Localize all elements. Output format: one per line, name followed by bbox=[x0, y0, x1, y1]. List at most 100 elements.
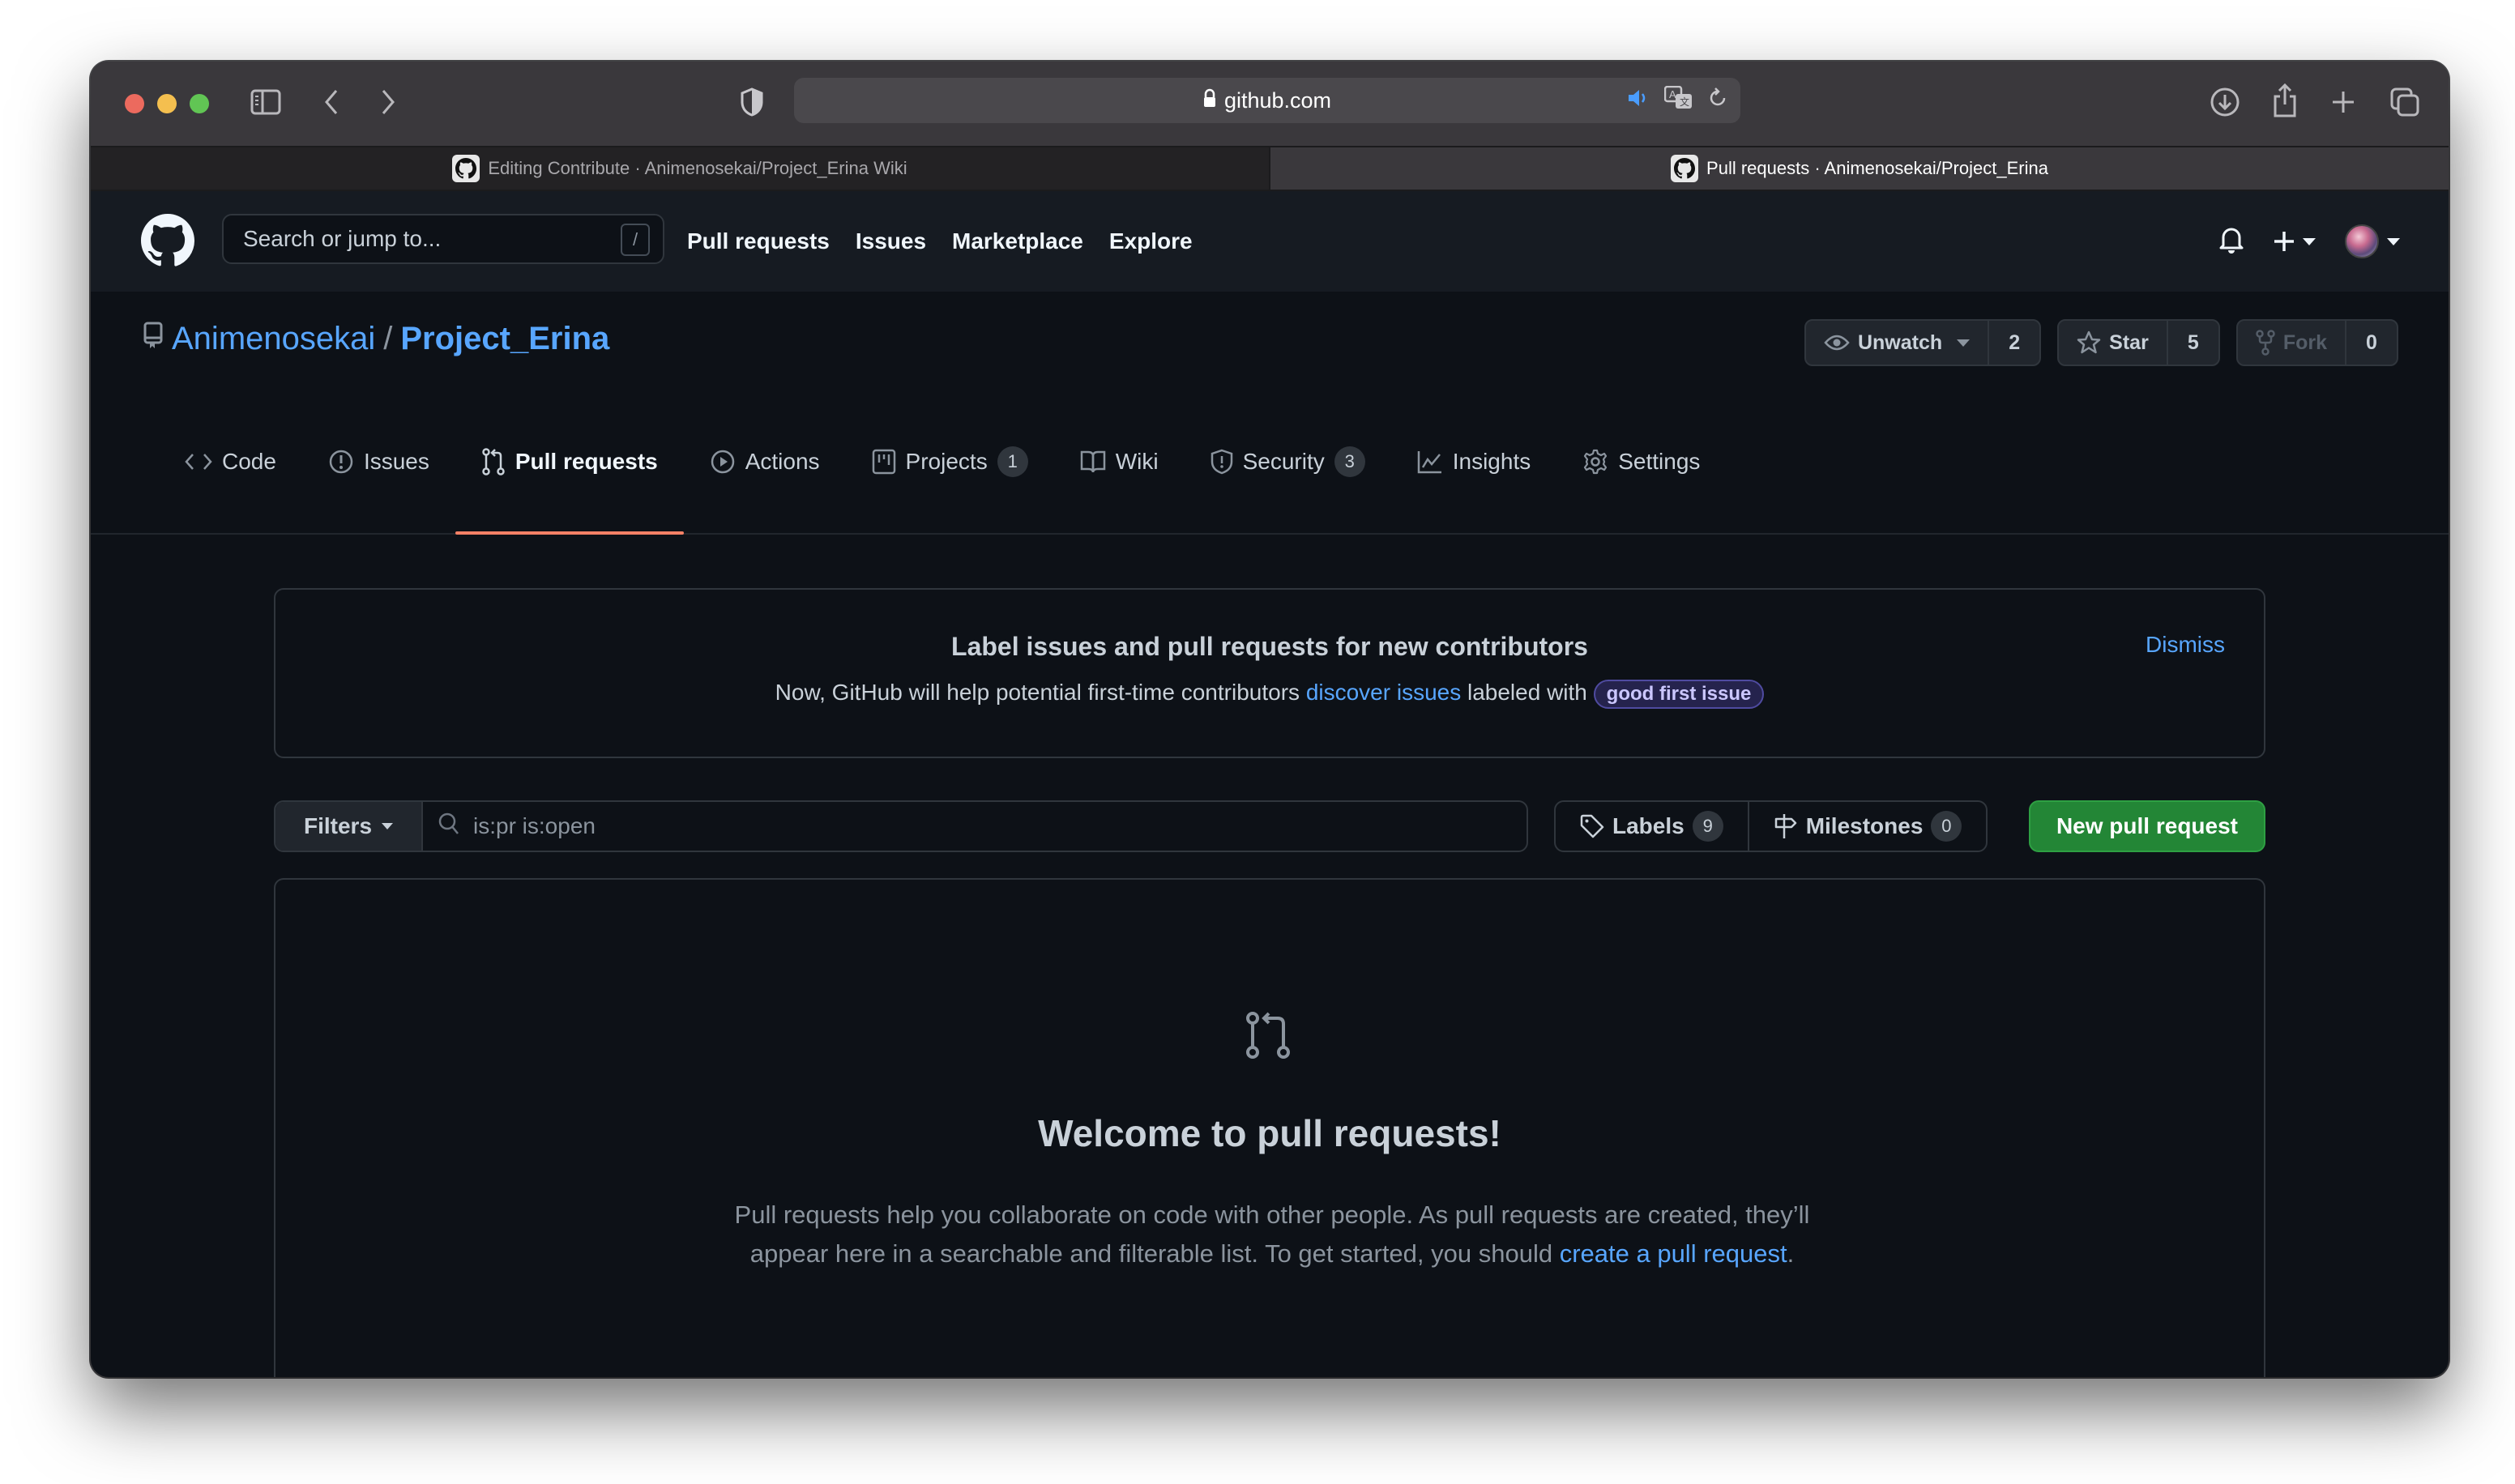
forks-count[interactable]: 0 bbox=[2346, 321, 2397, 365]
back-icon[interactable] bbox=[319, 87, 344, 117]
filter-input-wrapper bbox=[423, 802, 1527, 851]
browser-toolbar: github.com A文 bbox=[91, 62, 2449, 146]
first-contributors-banner: Label issues and pull requests for new c… bbox=[274, 588, 2265, 758]
repo-name-link[interactable]: Project_Erina bbox=[400, 321, 609, 357]
chevron-down-icon bbox=[382, 823, 394, 829]
milestone-icon bbox=[1774, 814, 1796, 838]
user-menu-dropdown[interactable] bbox=[2345, 224, 2400, 258]
audio-playing-icon[interactable] bbox=[1627, 87, 1650, 114]
fork-label: Fork bbox=[2282, 330, 2327, 354]
plus-icon bbox=[2274, 232, 2294, 251]
browser-tab[interactable]: Editing Contribute · Animenosekai/Projec… bbox=[91, 147, 1270, 190]
fork-button[interactable]: Fork bbox=[2238, 321, 2346, 365]
repo-header: Animenosekai / Project_Erina Unwatch 2 S… bbox=[91, 292, 2449, 535]
create-new-dropdown[interactable] bbox=[2274, 231, 2316, 252]
forward-icon[interactable] bbox=[376, 87, 400, 117]
graph-icon bbox=[1417, 450, 1443, 474]
code-icon bbox=[185, 452, 212, 471]
filter-bar: Filters Labels 9 Milestones 0 New p bbox=[274, 800, 2265, 852]
global-search-input[interactable]: Search or jump to... / bbox=[222, 214, 664, 264]
star-label: Star bbox=[2109, 330, 2149, 354]
filters-dropdown-button[interactable]: Filters bbox=[275, 802, 423, 851]
share-icon[interactable] bbox=[2270, 83, 2299, 118]
play-icon bbox=[710, 449, 736, 475]
breadcrumb-separator: / bbox=[383, 321, 393, 356]
discover-issues-link[interactable]: discover issues bbox=[1306, 680, 1461, 705]
address-bar[interactable]: github.com A文 bbox=[794, 78, 1740, 123]
tab-pull-requests[interactable]: Pull requests bbox=[455, 413, 684, 535]
reload-icon[interactable] bbox=[1708, 87, 1727, 115]
unwatch-button[interactable]: Unwatch bbox=[1806, 321, 1990, 365]
milestones-button[interactable]: Milestones 0 bbox=[1747, 802, 1987, 851]
nav-marketplace[interactable]: Marketplace bbox=[952, 228, 1083, 254]
browser-tab-title: Pull requests · Animenosekai/Project_Eri… bbox=[1706, 158, 2048, 178]
tab-label: Projects bbox=[905, 449, 988, 474]
sidebar-toggle-icon[interactable] bbox=[250, 87, 282, 117]
pull-request-icon bbox=[1245, 1011, 1293, 1064]
avatar bbox=[2345, 224, 2379, 258]
repo-owner-link[interactable]: Animenosekai bbox=[172, 321, 375, 357]
close-window-button[interactable] bbox=[125, 94, 144, 113]
pull-request-search-input[interactable] bbox=[473, 813, 1445, 839]
banner-text: Now, GitHub will help potential first-ti… bbox=[275, 680, 2264, 709]
gear-icon bbox=[1582, 449, 1608, 475]
new-tab-icon[interactable] bbox=[2329, 87, 2358, 117]
milestones-count-badge: 0 bbox=[1931, 811, 1962, 842]
watch-button-group: Unwatch 2 bbox=[1804, 319, 2042, 366]
pull-requests-blank-slate: Welcome to pull requests! Pull requests … bbox=[274, 878, 2265, 1377]
create-pull-request-link[interactable]: create a pull request bbox=[1560, 1239, 1787, 1268]
fork-button-group: Fork 0 bbox=[2235, 319, 2398, 366]
tab-wiki[interactable]: Wiki bbox=[1054, 413, 1185, 510]
blank-slate-title: Welcome to pull requests! bbox=[1038, 1112, 1501, 1154]
project-icon bbox=[872, 449, 896, 475]
labels-milestones-group: Labels 9 Milestones 0 bbox=[1554, 800, 1988, 852]
book-icon bbox=[1080, 450, 1106, 474]
zoom-window-button[interactable] bbox=[190, 94, 209, 113]
tab-label: Settings bbox=[1618, 449, 1701, 474]
labels-button[interactable]: Labels 9 bbox=[1556, 802, 1748, 851]
star-button[interactable]: Star bbox=[2059, 321, 2168, 365]
github-logo-icon[interactable] bbox=[141, 214, 195, 267]
tab-security[interactable]: Security 3 bbox=[1185, 413, 1391, 510]
header-actions bbox=[2218, 191, 2400, 292]
repo-actions: Unwatch 2 Star 5 Fork 0 bbox=[1804, 319, 2398, 366]
tab-issues[interactable]: Issues bbox=[302, 413, 455, 510]
stargazers-count[interactable]: 5 bbox=[2168, 321, 2218, 365]
translate-icon[interactable]: A文 bbox=[1663, 85, 1693, 116]
notifications-bell-icon[interactable] bbox=[2218, 226, 2244, 258]
tab-label: Insights bbox=[1452, 449, 1531, 474]
nav-explore[interactable]: Explore bbox=[1109, 228, 1193, 254]
browser-window: github.com A文 Editing Contribute · Anime… bbox=[91, 62, 2449, 1377]
tab-settings[interactable]: Settings bbox=[1556, 413, 1726, 510]
tag-icon bbox=[1580, 814, 1604, 838]
browser-tab-active[interactable]: Pull requests · Animenosekai/Project_Eri… bbox=[1270, 147, 2449, 190]
downloads-icon[interactable] bbox=[2209, 86, 2241, 118]
good-first-issue-label[interactable]: good first issue bbox=[1593, 680, 1765, 709]
dismiss-button[interactable]: Dismiss bbox=[2146, 632, 2225, 658]
labels-count-badge: 9 bbox=[1692, 811, 1723, 842]
privacy-shield-icon[interactable] bbox=[739, 86, 765, 118]
github-favicon-icon bbox=[1671, 155, 1699, 182]
minimize-window-button[interactable] bbox=[157, 94, 177, 113]
tab-actions[interactable]: Actions bbox=[684, 413, 846, 510]
nav-issues[interactable]: Issues bbox=[856, 228, 926, 254]
milestones-label: Milestones bbox=[1805, 813, 1924, 838]
chevron-down-icon bbox=[2303, 237, 2316, 245]
tab-code[interactable]: Code bbox=[165, 413, 302, 510]
watchers-count[interactable]: 2 bbox=[1989, 321, 2039, 365]
tab-label: Pull requests bbox=[515, 449, 658, 474]
filters-label: Filters bbox=[303, 813, 373, 838]
banner-title: Label issues and pull requests for new c… bbox=[951, 632, 1588, 661]
search-placeholder: Search or jump to... bbox=[243, 226, 442, 251]
tab-projects[interactable]: Projects 1 bbox=[846, 413, 1054, 510]
chevron-down-icon bbox=[2387, 237, 2400, 245]
blank-slate-text: Pull requests help you collaborate on co… bbox=[721, 1196, 1823, 1273]
nav-pull-requests[interactable]: Pull requests bbox=[687, 228, 830, 254]
tab-label: Actions bbox=[745, 449, 820, 474]
new-pull-request-button[interactable]: New pull request bbox=[2028, 800, 2265, 852]
tab-overview-icon[interactable] bbox=[2389, 86, 2421, 118]
repo-tabs: Code Issues Pull requests Actions Projec… bbox=[165, 413, 1726, 535]
tab-insights[interactable]: Insights bbox=[1391, 413, 1557, 510]
tab-label: Wiki bbox=[1115, 449, 1159, 474]
search-shortcut-key: / bbox=[621, 224, 650, 256]
